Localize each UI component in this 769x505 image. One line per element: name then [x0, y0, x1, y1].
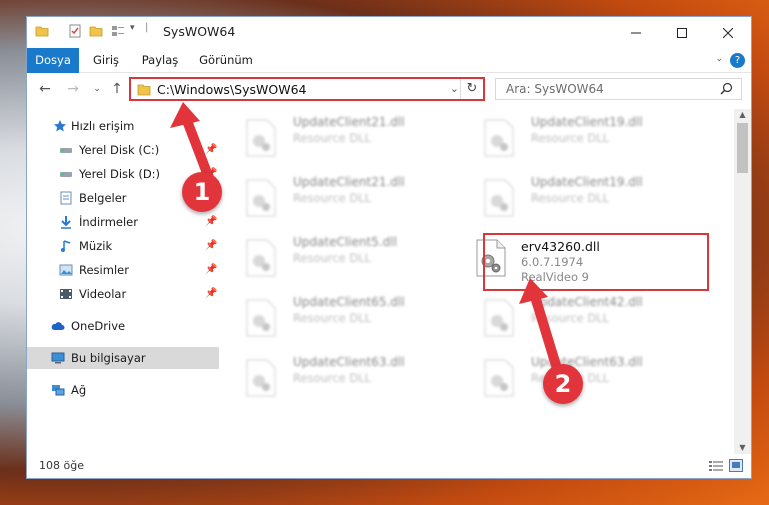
- step-badge-2: 2: [543, 364, 583, 404]
- step-badge-1: 1: [182, 172, 222, 212]
- annotation-arrows: [170, 102, 563, 377]
